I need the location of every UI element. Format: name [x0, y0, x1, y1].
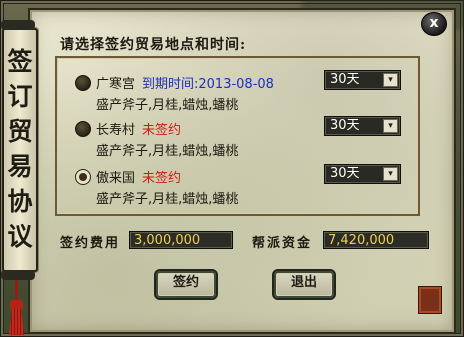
region-products: 盛产斧子,月桂,蜡烛,蟠桃 — [96, 144, 239, 159]
exit-button[interactable]: 退出 — [272, 269, 336, 300]
tassel-knot — [10, 300, 23, 310]
sign-button[interactable]: 签约 — [154, 269, 218, 300]
region-name: 傲来国 — [96, 171, 136, 186]
prompt-text: 请选择签约贸易地点和时间: — [60, 37, 247, 53]
seal-stamp-icon — [418, 286, 442, 314]
region-radio-selected[interactable] — [75, 169, 91, 185]
banner-char: 订 — [7, 82, 33, 111]
duration-value: 30天 — [330, 166, 360, 181]
duration-select[interactable]: 30天 ▾ — [324, 164, 401, 184]
funds-label: 帮派资金 — [252, 236, 313, 251]
funds-value: 7,420,000 — [323, 231, 429, 249]
region-radio[interactable] — [75, 121, 91, 137]
dropdown-arrow-icon[interactable]: ▾ — [383, 73, 398, 87]
region-row[interactable]: 傲来国 未签约 盛产斧子,月桂,蜡烛,蟠桃 30天 ▾ — [75, 164, 415, 208]
duration-select[interactable]: 30天 ▾ — [324, 70, 401, 90]
region-status: 未签约 — [142, 123, 182, 138]
banner-char: 贸 — [7, 117, 33, 146]
fee-label: 签约费用 — [60, 236, 121, 251]
region-row[interactable]: 广寒宫 到期时间:2013-08-08 盛产斧子,月桂,蜡烛,蟠桃 30天 ▾ — [75, 70, 415, 114]
region-status: 未签约 — [142, 171, 182, 186]
banner-char: 协 — [7, 187, 33, 216]
region-status: 到期时间:2013-08-08 — [142, 77, 274, 92]
region-products: 盛产斧子,月桂,蜡烛,蟠桃 — [96, 98, 239, 113]
banner-title: 签订贸易协议 — [4, 44, 36, 254]
duration-value: 30天 — [330, 72, 360, 87]
banner-char: 易 — [7, 152, 33, 181]
banner-top-cap — [1, 20, 35, 30]
dropdown-arrow-icon[interactable]: ▾ — [383, 119, 398, 133]
dropdown-arrow-icon[interactable]: ▾ — [383, 167, 398, 181]
banner-char: 议 — [7, 222, 33, 251]
fee-value: 3,000,000 — [129, 231, 233, 249]
duration-value: 30天 — [330, 118, 360, 133]
banner-char: 签 — [7, 47, 33, 76]
region-name: 广寒宫 — [96, 77, 136, 92]
region-row[interactable]: 长寿村 未签约 盛产斧子,月桂,蜡烛,蟠桃 30天 ▾ — [75, 116, 415, 160]
close-button[interactable]: x — [421, 12, 447, 36]
region-name: 长寿村 — [96, 123, 136, 138]
banner-bottom-cap — [1, 270, 35, 280]
trade-agreement-dialog: 签订贸易协议 x 请选择签约贸易地点和时间: 广寒宫 到期时间:2013-08-… — [0, 0, 464, 337]
title-banner: 签订贸易协议 — [1, 20, 38, 280]
region-radio[interactable] — [75, 75, 91, 91]
duration-select[interactable]: 30天 ▾ — [324, 116, 401, 136]
region-products: 盛产斧子,月桂,蜡烛,蟠桃 — [96, 192, 239, 207]
